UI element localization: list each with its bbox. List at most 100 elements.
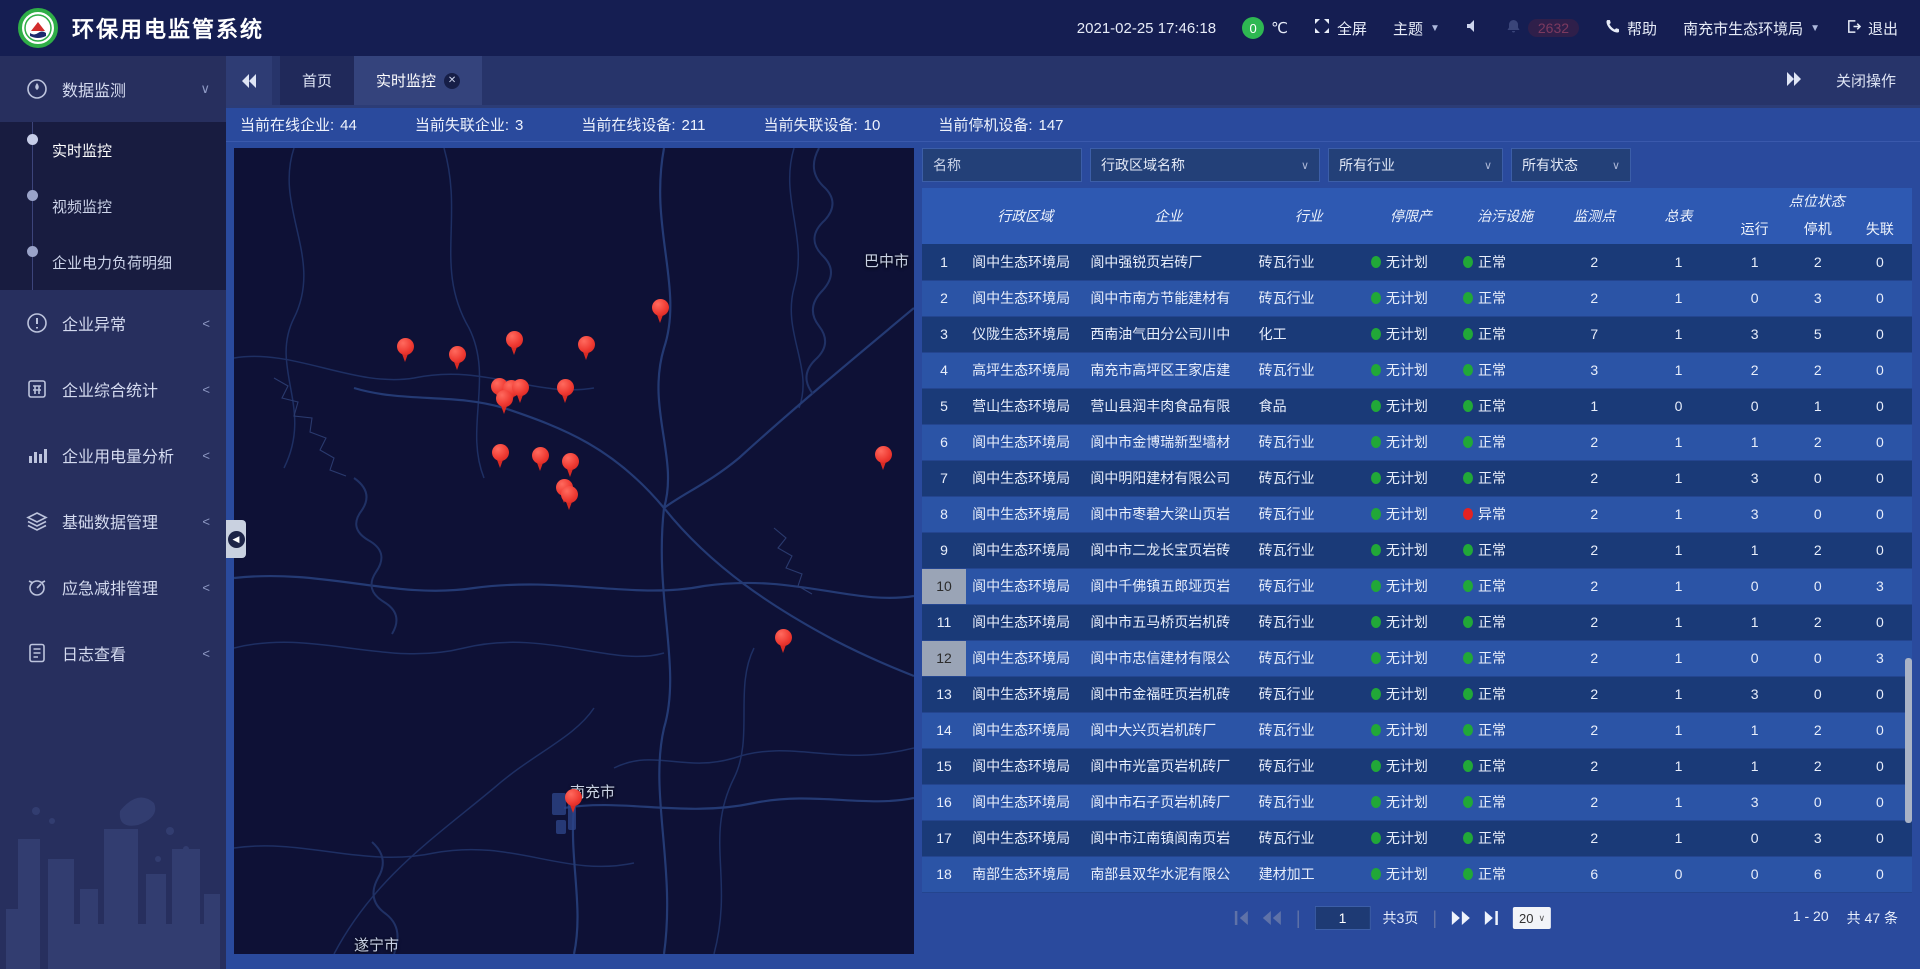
cell-stopped: 2	[1788, 244, 1848, 280]
cell-stopped: 2	[1788, 352, 1848, 388]
cell-region: 仪陇生态环境局	[966, 316, 1084, 352]
submenu-item-1[interactable]: 视频监控	[0, 178, 226, 234]
cell-industry: 建材加工	[1253, 856, 1365, 892]
cell-meter: 1	[1635, 676, 1721, 712]
table-row[interactable]: 12阆中生态环境局阆中市忠信建材有限公砖瓦行业无计划正常21003	[922, 640, 1912, 676]
theme-menu[interactable]: 主题 ▼	[1393, 18, 1440, 39]
sidebar-item-0[interactable]: 数据监测∨	[0, 56, 226, 122]
tab-home[interactable]: 首页	[280, 56, 354, 105]
status-dot-green	[1371, 724, 1381, 736]
map-collapse-handle[interactable]: ◀	[226, 520, 246, 558]
table-row[interactable]: 15阆中生态环境局阆中市光富页岩机砖厂砖瓦行业无计划正常21120	[922, 748, 1912, 784]
table-row[interactable]: 17阆中生态环境局阆中市江南镇阆南页岩砖瓦行业无计划正常21030	[922, 820, 1912, 856]
table-row[interactable]: 8阆中生态环境局阆中市枣碧大梁山页岩砖瓦行业无计划异常21300	[922, 496, 1912, 532]
cell-production: 无计划	[1365, 460, 1457, 496]
first-page-button[interactable]	[1232, 911, 1250, 925]
map-marker[interactable]	[512, 379, 530, 404]
sidebar-item-1[interactable]: 企业异常<	[0, 290, 226, 356]
sidebar-item-4[interactable]: 基础数据管理<	[0, 488, 226, 554]
industry-filter-select[interactable]: 所有行业 ∨	[1328, 148, 1503, 182]
map-marker[interactable]	[652, 299, 670, 324]
cell-offline: 0	[1848, 532, 1912, 568]
table-row[interactable]: 1阆中生态环境局阆中强锐页岩砖厂砖瓦行业无计划正常21120	[922, 244, 1912, 280]
table-row[interactable]: 2阆中生态环境局阆中市南方节能建材有砖瓦行业无计划正常21030	[922, 280, 1912, 316]
map-panel[interactable]: 巴中市南充市遂宁市	[234, 148, 914, 954]
status-dot-green	[1371, 832, 1381, 844]
help-button[interactable]: 帮助	[1605, 18, 1657, 39]
map-marker[interactable]	[492, 444, 510, 469]
table-row[interactable]: 16阆中生态环境局阆中市石子页岩机砖厂砖瓦行业无计划正常21300	[922, 784, 1912, 820]
map-marker[interactable]	[565, 789, 583, 814]
table-row[interactable]: 13阆中生态环境局阆中市金福旺页岩机砖砖瓦行业无计划正常21300	[922, 676, 1912, 712]
map-marker[interactable]	[875, 446, 893, 471]
submenu-dot	[27, 246, 38, 257]
table-row[interactable]: 11阆中生态环境局阆中市五马桥页岩机砖砖瓦行业无计划正常21120	[922, 604, 1912, 640]
logout-button[interactable]: 退出	[1846, 18, 1898, 39]
table-row[interactable]: 7阆中生态环境局阆中明阳建材有限公司砖瓦行业无计划正常21300	[922, 460, 1912, 496]
page-size-select[interactable]: 20 ∨	[1513, 907, 1551, 929]
name-filter-input[interactable]	[922, 148, 1082, 182]
city-label: 巴中市	[864, 250, 909, 271]
table-row[interactable]: 14阆中生态环境局阆中大兴页岩机砖厂砖瓦行业无计划正常21120	[922, 712, 1912, 748]
tab-realtime-monitor[interactable]: 实时监控 ✕	[354, 56, 482, 105]
sidebar-item-2[interactable]: 企业综合统计<	[0, 356, 226, 422]
table-row[interactable]: 4高坪生态环境局南充市高坪区王家店建砖瓦行业无计划正常31220	[922, 352, 1912, 388]
map-marker[interactable]	[578, 336, 596, 361]
marker-head	[578, 336, 595, 353]
page-number-input[interactable]	[1315, 906, 1371, 930]
status-dot-green	[1371, 472, 1381, 484]
table-row[interactable]: 9阆中生态环境局阆中市二龙长宝页岩砖砖瓦行业无计划正常21120	[922, 532, 1912, 568]
prev-page-button[interactable]	[1262, 911, 1282, 925]
table-row[interactable]: 10阆中生态环境局阆中千佛镇五郎垭页岩砖瓦行业无计划正常21003	[922, 568, 1912, 604]
last-page-button[interactable]	[1483, 911, 1501, 925]
region-filter-select[interactable]: 行政区域名称 ∨	[1090, 148, 1320, 182]
table-row[interactable]: 6阆中生态环境局阆中市金博瑞新型墙材砖瓦行业无计划正常21120	[922, 424, 1912, 460]
cell-industry: 砖瓦行业	[1253, 424, 1365, 460]
submenu-item-0[interactable]: 实时监控	[0, 122, 226, 178]
submenu-item-2[interactable]: 企业电力负荷明细	[0, 234, 226, 290]
stat-label: 当前停机设备:	[938, 117, 1032, 134]
col-industry: 行业	[1253, 188, 1365, 244]
close-operations-button[interactable]: 关闭操作	[1836, 70, 1896, 91]
enterprise-table: 行政区域 企业 行业 停限产 治污设施 监测点 总表 点位状态 运行 停机 失联	[922, 188, 1912, 244]
cell-industry: 砖瓦行业	[1253, 784, 1365, 820]
cell-facility: 正常	[1457, 352, 1553, 388]
table-row[interactable]: 18南部生态环境局南部县双华水泥有限公建材加工无计划正常60060	[922, 856, 1912, 892]
status-dot-green	[1463, 472, 1473, 484]
fullscreen-button[interactable]: 全屏	[1314, 18, 1367, 39]
cell-facility: 正常	[1457, 820, 1553, 856]
tabs-scroll-left-button[interactable]	[226, 56, 272, 105]
tabs-scroll-right-button[interactable]	[1786, 72, 1802, 90]
cell-production: 无计划	[1365, 280, 1457, 316]
cell-monitor: 2	[1553, 244, 1635, 280]
cell-facility: 正常	[1457, 784, 1553, 820]
table-body-viewport[interactable]: 1阆中生态环境局阆中强锐页岩砖厂砖瓦行业无计划正常211202阆中生态环境局阆中…	[922, 244, 1912, 896]
sidebar-item-6[interactable]: 日志查看<	[0, 620, 226, 686]
status-filter-select[interactable]: 所有状态 ∨	[1511, 148, 1631, 182]
cell-company: 西南油气田分公司川中	[1084, 316, 1252, 352]
org-menu[interactable]: 南充市生态环境局 ▼	[1683, 18, 1820, 39]
cell-production: 无计划	[1365, 856, 1457, 892]
tab-close-icon[interactable]: ✕	[444, 73, 460, 89]
map-marker[interactable]	[775, 629, 793, 654]
mute-button[interactable]	[1466, 19, 1480, 37]
map-marker[interactable]	[557, 379, 575, 404]
sidebar-item-5[interactable]: 应急减排管理<	[0, 554, 226, 620]
marker-head	[492, 444, 509, 461]
notifications[interactable]: 2632	[1506, 19, 1579, 38]
map-marker[interactable]	[506, 331, 524, 356]
cell-production: 无计划	[1365, 748, 1457, 784]
next-page-button[interactable]	[1451, 911, 1471, 925]
map-marker[interactable]	[496, 390, 514, 415]
map-marker[interactable]	[449, 346, 467, 371]
table-row[interactable]: 5营山生态环境局营山县润丰肉食品有限食品无计划正常10010	[922, 388, 1912, 424]
vertical-scrollbar[interactable]	[1905, 658, 1912, 823]
table-row[interactable]: 3仪陇生态环境局西南油气田分公司川中化工无计划正常71350	[922, 316, 1912, 352]
total-pages-label: 共3页	[1383, 908, 1419, 928]
map-marker[interactable]	[562, 453, 580, 478]
map-marker[interactable]	[397, 338, 415, 363]
map-marker[interactable]	[561, 486, 579, 511]
sidebar-item-3[interactable]: 企业用电量分析<	[0, 422, 226, 488]
map-marker[interactable]	[532, 447, 550, 472]
logout-icon	[1846, 19, 1861, 38]
